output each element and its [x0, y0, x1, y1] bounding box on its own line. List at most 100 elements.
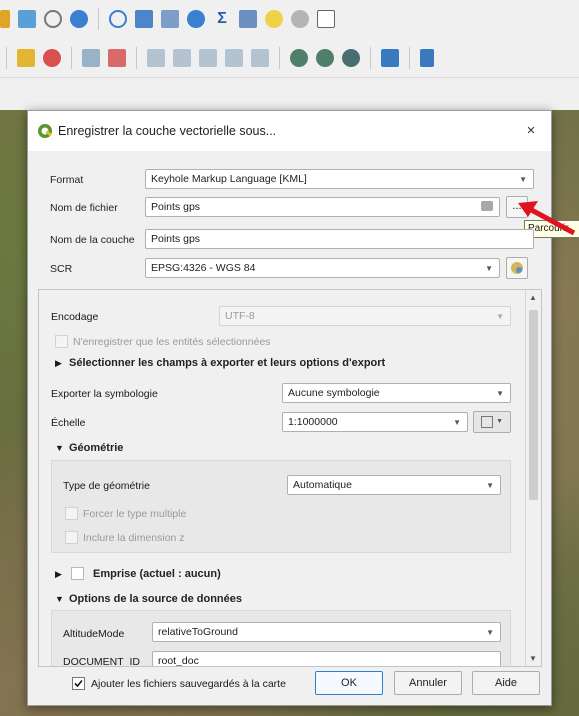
clock-icon[interactable]	[44, 10, 62, 28]
label-tool-icon[interactable]	[82, 48, 100, 67]
geometry-type-combo[interactable]: Automatique ▼	[287, 475, 501, 495]
altitude-mode-label: AltitudeMode	[63, 628, 125, 640]
encoding-label: Encodage	[51, 311, 99, 323]
toolbar-separator	[370, 46, 371, 69]
table-icon[interactable]	[135, 10, 153, 28]
symbology-combo[interactable]: Aucune symbologie ▼	[282, 383, 511, 403]
crs-combo[interactable]: EPSG:4326 - WGS 84 ▼	[145, 258, 500, 278]
clear-icon[interactable]	[481, 201, 493, 211]
datasource-section-header[interactable]: Options de la source de données	[69, 593, 242, 605]
identify-icon[interactable]	[109, 10, 127, 28]
options-content: Encodage UTF-8 ▼ N'enregistrer que les e…	[39, 290, 525, 666]
search-icon[interactable]	[291, 10, 309, 28]
scroll-up-icon[interactable]: ▲	[529, 293, 537, 302]
python-icon[interactable]	[381, 48, 399, 67]
force-multi-label: Forcer le type multiple	[83, 508, 187, 520]
add-saved-label: Ajouter les fichiers sauvegardés à la ca…	[91, 678, 286, 690]
filename-input[interactable]: Points gps	[145, 197, 500, 217]
expand-right-icon[interactable]: ▶	[55, 358, 62, 369]
add-saved-checkbox[interactable]	[72, 677, 85, 690]
toolbar-separator	[409, 46, 410, 69]
chevron-down-icon: ▼	[496, 312, 504, 321]
scale-label: Échelle	[51, 417, 86, 429]
text-annotation-icon[interactable]	[317, 10, 335, 28]
save-icon[interactable]	[18, 10, 36, 28]
collapse-down-icon[interactable]: ▼	[55, 443, 64, 453]
document-id-label: DOCUMENT_ID	[63, 656, 141, 667]
symbology-value: Aucune symbologie	[288, 387, 380, 399]
vertical-scrollbar[interactable]: ▲ ▼	[525, 290, 541, 666]
globe-icon	[511, 262, 523, 274]
scale-combo[interactable]: 1:1000000 ▼	[282, 412, 468, 432]
chevron-down-icon: ▼	[496, 389, 504, 398]
plugin-icon[interactable]	[316, 48, 334, 67]
options-scroll-area[interactable]: Encodage UTF-8 ▼ N'enregistrer que les e…	[38, 289, 542, 667]
force-multi-checkbox[interactable]	[65, 507, 78, 520]
toolbar-separator	[279, 46, 280, 69]
dialog-titlebar: Enregistrer la couche vectorielle sous..…	[28, 111, 551, 151]
encoding-combo[interactable]: UTF-8 ▼	[219, 306, 511, 326]
label-move-icon[interactable]	[147, 48, 165, 67]
help-icon[interactable]	[420, 48, 434, 67]
chevron-down-icon: ▼	[486, 481, 494, 490]
red-arrow-annotation	[518, 201, 576, 236]
filename-value: Points gps	[151, 201, 201, 213]
document-id-input[interactable]: root_doc	[152, 651, 501, 666]
scale-value: 1:1000000	[288, 416, 338, 428]
refresh-icon[interactable]	[70, 10, 88, 28]
format-label: Format	[50, 174, 84, 186]
geometry-section-header[interactable]: Géométrie	[69, 442, 123, 454]
crs-value: EPSG:4326 - WGS 84	[151, 262, 256, 274]
cancel-button[interactable]: Annuler	[394, 671, 462, 695]
collapse-down-icon[interactable]: ▼	[55, 594, 64, 604]
close-button[interactable]: ×	[521, 121, 541, 141]
layer-name-value: Points gps	[151, 233, 201, 245]
dialog-title: Enregistrer la couche vectorielle sous..…	[58, 124, 277, 138]
toolbar-separator	[6, 46, 7, 69]
crs-select-button[interactable]	[506, 257, 528, 279]
toolbar-separator	[71, 46, 72, 69]
label-delete-icon[interactable]	[108, 48, 126, 67]
format-value: Keyhole Markup Language [KML]	[151, 173, 307, 185]
toolbar-top: Σ	[0, 0, 579, 38]
help-button[interactable]: Aide	[472, 671, 540, 695]
label-rotate-icon[interactable]	[173, 48, 191, 67]
include-z-checkbox[interactable]	[65, 531, 78, 544]
toolbar-digitizing	[0, 38, 579, 78]
label-show-icon[interactable]	[225, 48, 243, 67]
toolbar-empty-row	[0, 78, 579, 110]
altitude-mode-value: relativeToGround	[158, 626, 238, 638]
settings-icon[interactable]	[187, 10, 205, 28]
label-pin-icon[interactable]	[199, 48, 217, 67]
format-combo[interactable]: Keyhole Markup Language [KML] ▼	[145, 169, 534, 189]
altitude-mode-combo[interactable]: relativeToGround ▼	[152, 622, 501, 642]
tooltip-icon[interactable]	[265, 10, 283, 28]
plugin-icon[interactable]	[342, 48, 360, 67]
scrollbar-thumb[interactable]	[529, 310, 538, 500]
chevron-down-icon: ▼	[485, 264, 493, 273]
pin-icon[interactable]	[43, 48, 61, 67]
geometry-type-value: Automatique	[293, 479, 352, 491]
sum-icon[interactable]: Σ	[213, 10, 231, 28]
ok-button[interactable]: OK	[315, 671, 383, 695]
scroll-down-icon[interactable]: ▼	[529, 654, 537, 663]
label-icon[interactable]	[17, 48, 35, 67]
symbology-label: Exporter la symbologie	[51, 388, 158, 400]
label-edit-icon[interactable]	[251, 48, 269, 67]
filename-label: Nom de fichier	[50, 202, 118, 214]
extent-section-header[interactable]: Emprise (actuel : aucun)	[93, 568, 221, 580]
scale-from-map-button[interactable]: ▼	[473, 411, 511, 433]
calculator-icon[interactable]	[161, 10, 179, 28]
chevron-down-icon: ▼	[453, 418, 461, 427]
plugin-icon[interactable]	[290, 48, 308, 67]
qgis-logo-icon	[38, 124, 52, 138]
extent-checkbox[interactable]	[71, 567, 84, 580]
fields-section-header[interactable]: Sélectionner les champs à exporter et le…	[69, 357, 385, 369]
layer-name-label: Nom de la couche	[50, 234, 135, 246]
include-z-label: Inclure la dimension z	[83, 532, 185, 544]
layer-icon[interactable]	[0, 10, 10, 28]
expand-right-icon[interactable]: ▶	[55, 569, 62, 580]
ruler-icon[interactable]	[239, 10, 257, 28]
layer-name-input[interactable]: Points gps	[145, 229, 534, 249]
only-selected-checkbox[interactable]	[55, 335, 68, 348]
